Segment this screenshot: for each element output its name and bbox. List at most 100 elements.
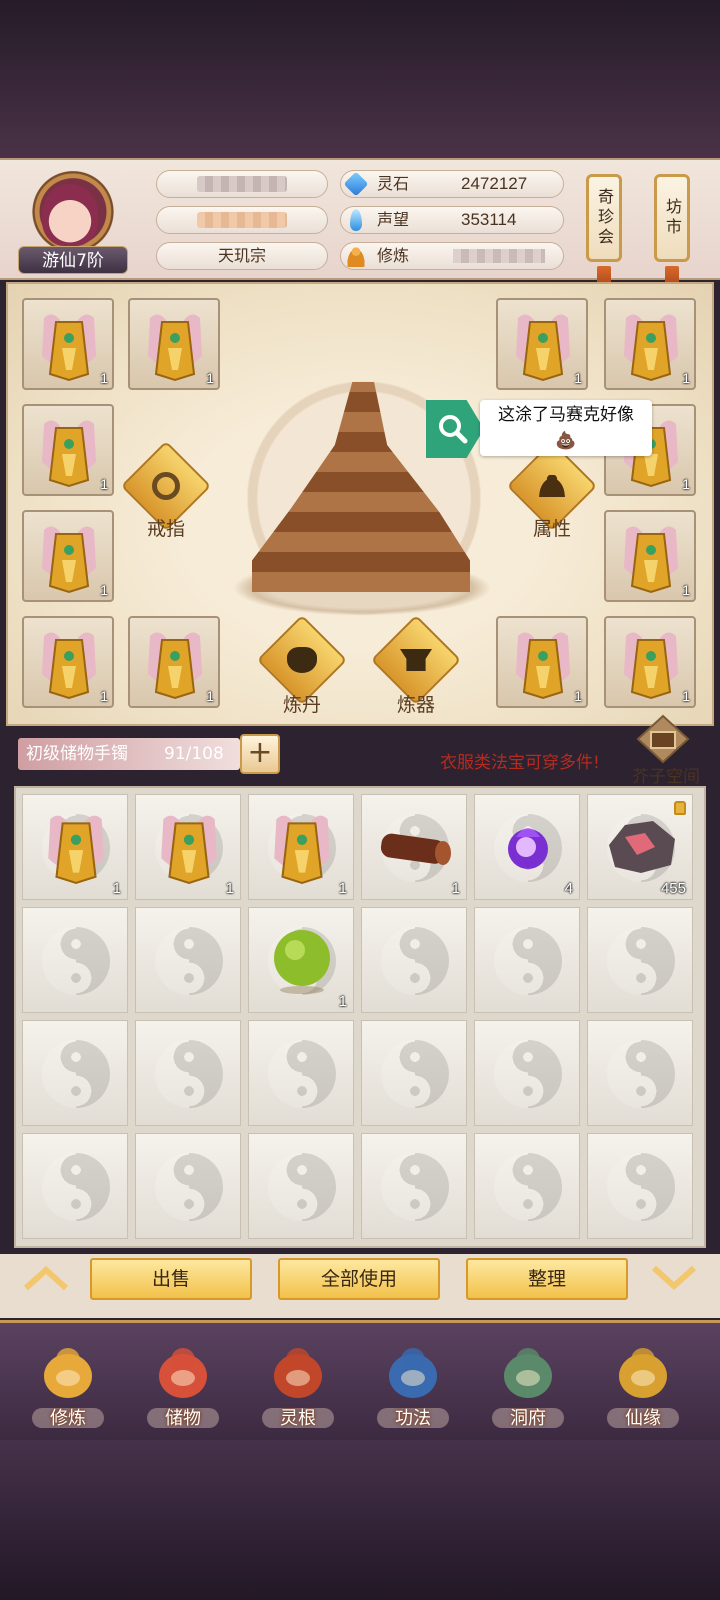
sell-button[interactable]: 出售 [90,1258,252,1300]
use-all-button[interactable]: 全部使用 [278,1258,440,1300]
chest-icon [636,714,690,764]
inventory-slot[interactable] [248,1020,354,1126]
page-down-button[interactable] [644,1258,704,1298]
equipment-slot[interactable]: 1 [128,616,220,708]
chevron-down-icon [651,1265,697,1291]
yin-yang-icon [42,1153,110,1221]
inventory-slot[interactable] [22,907,128,1013]
item-count: 1 [112,880,121,897]
item-count: 1 [682,476,690,492]
inventory-slot[interactable] [135,1020,241,1126]
equipment-slot[interactable]: 1 [22,510,114,602]
forging-button[interactable] [370,614,462,706]
item-count: 1 [682,582,690,598]
inventory-slot[interactable] [587,1133,693,1239]
title-censored [197,212,287,228]
yin-yang-icon [494,1040,562,1108]
equipment-slot[interactable]: 1 [496,616,588,708]
golden-armor-icon [148,632,202,700]
nav-item-cave-dwelling[interactable]: 洞府 [478,1338,578,1438]
attributes-button[interactable] [506,440,598,532]
item-count: 1 [225,880,234,897]
nav-label: 洞府 [510,1408,546,1429]
spirit-root-icon [274,1348,322,1398]
inventory-slot[interactable]: 1 [248,794,354,900]
avatar-portrait [42,184,98,246]
mustard-space-button[interactable] [636,714,690,764]
inventory-slot[interactable]: 1 [248,907,354,1013]
item-count: 1 [682,688,690,704]
inventory-slot[interactable]: 455 [587,794,693,900]
item-count: 1 [682,370,690,386]
nav-item-spirit-root[interactable]: 灵根 [248,1338,348,1438]
alchemy-button[interactable] [256,614,348,706]
equipment-slot[interactable]: 1 [128,298,220,390]
meditation-icon [345,245,367,267]
wood-log-icon [380,833,451,865]
inventory-slot[interactable] [135,907,241,1013]
equipment-slot[interactable]: 1 [604,616,696,708]
sect-name: 天玑宗 [156,242,328,270]
equipment-slot[interactable]: 1 [22,616,114,708]
item-count: 1 [100,688,108,704]
market-button[interactable]: 坊市 [654,174,690,262]
nav-item-immortal-fate[interactable]: 仙缘 [593,1338,693,1438]
yin-yang-icon [494,927,562,995]
cave-dwelling-icon [504,1348,552,1398]
attributes-label: 属性 [532,518,571,540]
top-background [0,0,720,158]
item-count: 1 [100,370,108,386]
golden-armor-icon [624,314,678,382]
equipment-slot[interactable]: 1 [22,298,114,390]
page-up-button[interactable] [16,1258,76,1298]
inventory-slot[interactable] [248,1133,354,1239]
inventory-slot[interactable]: 1 [22,794,128,900]
inventory-slot[interactable] [474,1133,580,1239]
inventory-slot[interactable]: 1 [361,794,467,900]
nav-item-storage-bag[interactable]: 储物 [133,1338,233,1438]
cultivation-censored [453,249,545,263]
inventory-slot[interactable] [474,1020,580,1126]
golden-armor-icon [42,526,96,594]
nav-item-cultivate[interactable]: 修炼 [18,1338,118,1438]
yin-yang-icon [381,1040,449,1108]
sort-button[interactable]: 整理 [466,1258,628,1300]
player-name-field [156,170,328,198]
yin-yang-icon [42,927,110,995]
player-title-field [156,206,328,234]
item-count: 1 [206,370,214,386]
forging-label: 炼器 [396,694,435,716]
expand-storage-button[interactable]: + [240,734,280,774]
equipment-slot[interactable]: 1 [604,510,696,602]
inventory-slot[interactable] [587,907,693,1013]
golden-armor-icon [624,526,678,594]
ring-label: 戒指 [146,518,185,540]
inventory-slot[interactable] [361,1133,467,1239]
storage-count: 91/108 [164,744,224,764]
purple-flame-orb-icon [508,828,548,869]
yin-yang-icon [494,1153,562,1221]
golden-armor-icon [48,815,104,885]
inventory-slot[interactable] [22,1133,128,1239]
yin-yang-icon [381,1153,449,1221]
ring-icon [134,454,198,518]
inventory-slot[interactable] [22,1020,128,1126]
inventory-slot[interactable] [135,1133,241,1239]
equipment-slot[interactable]: 1 [496,298,588,390]
item-count: 1 [338,880,347,897]
ring-button[interactable] [120,440,212,532]
inventory-slot[interactable] [361,907,467,1013]
lock-icon [674,801,686,815]
inventory-slot[interactable] [587,1020,693,1126]
item-count: 4 [564,880,573,897]
inventory-slot[interactable]: 1 [135,794,241,900]
name-censored [197,176,287,192]
equipment-slot[interactable]: 1 [604,298,696,390]
equipment-slot[interactable]: 1 [22,404,114,496]
inventory-slot[interactable] [361,1020,467,1126]
inventory-slot[interactable]: 4 [474,794,580,900]
item-count: 1 [574,370,582,386]
treasure-auction-button[interactable]: 奇珍会 [586,174,622,262]
inventory-slot[interactable] [474,907,580,1013]
nav-item-technique-book[interactable]: 功法 [363,1338,463,1438]
